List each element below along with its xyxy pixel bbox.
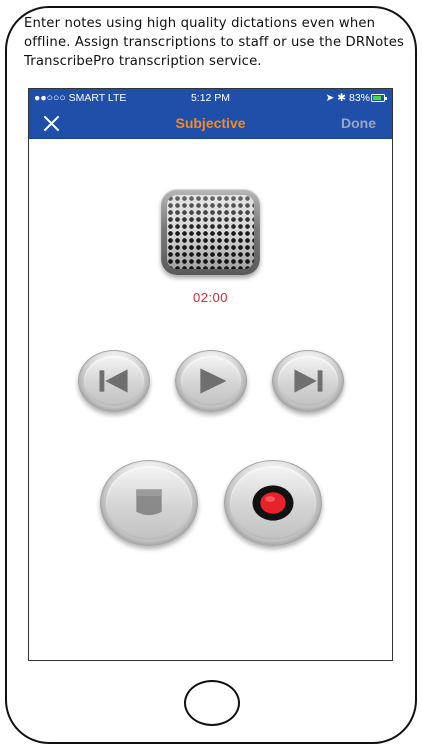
caption-line-2: offline. Assign transcriptions to staff … [24,35,405,50]
page-title: Subjective [175,115,246,131]
play-button[interactable] [175,350,247,412]
done-button[interactable]: Done [341,115,376,131]
home-button[interactable] [184,680,240,726]
stop-button[interactable] [100,460,198,546]
skip-forward-icon [294,369,323,393]
record-button[interactable] [224,460,322,546]
recorder-panel: 02:00 [29,140,392,660]
skip-back-icon [99,369,128,393]
microphone-icon [161,189,260,275]
status-bar: ●●○○○ SMART LTE 5:12 PM ➤ ✱ 83% [29,89,392,107]
play-icon [200,368,227,394]
caption-line-1: Enter notes using high quality dictation… [24,16,376,31]
skip-back-button[interactable] [78,350,150,412]
battery-icon [371,94,387,102]
record-icon [252,485,294,521]
recording-timer: 02:00 [192,290,229,305]
stop-icon [136,489,162,516]
nav-bar: Subjective Done [29,107,392,139]
caption-line-3: TranscribePro transcription service. [24,54,262,69]
skip-forward-button[interactable] [272,350,344,412]
status-indicators: ➤ ✱ 83% [325,92,370,104]
promo-caption: Enter notes using high quality dictation… [24,14,404,71]
app-screen: ●●○○○ SMART LTE 5:12 PM ➤ ✱ 83% Subjecti… [28,88,393,661]
